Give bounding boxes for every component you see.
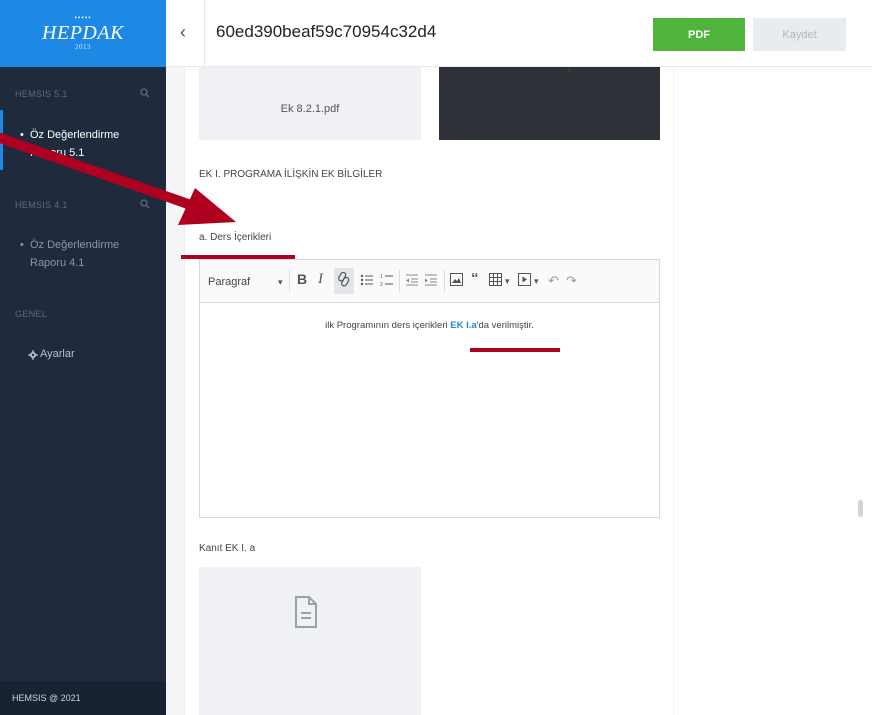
- indent-icon[interactable]: [424, 273, 438, 290]
- field-label: a. Ders İçerikleri: [199, 232, 272, 243]
- sidebar-item-odr-51[interactable]: • Öz Değerlendirme Raporu 5.1: [20, 126, 150, 162]
- redo-icon[interactable]: ↷: [566, 273, 577, 289]
- paragraph-select[interactable]: Paragraf: [208, 276, 250, 288]
- annotation-underline: [470, 348, 560, 352]
- section-hemsis-41: HEMSIS 4.1: [15, 200, 68, 210]
- sidebar-item-label: Öz Değerlendirme Raporu 5.1: [30, 129, 120, 159]
- table-icon[interactable]: [489, 273, 503, 289]
- sidebar-footer: HEMSIS @ 2021: [0, 681, 166, 715]
- editor-toolbar: Paragraf ▾ B I 12 “ ▾ ▾ ↶ ↷: [200, 260, 659, 303]
- gutter: [166, 67, 184, 715]
- logo-stars: •••••: [74, 14, 92, 22]
- image-icon[interactable]: [450, 273, 463, 289]
- annotation-underline: [181, 255, 295, 259]
- divider: [204, 0, 205, 67]
- editor-content[interactable]: ilk Programının ders içerikleri EK I.a'd…: [200, 320, 659, 331]
- italic-icon[interactable]: I: [318, 271, 323, 288]
- bulleted-list-icon[interactable]: [360, 273, 374, 290]
- chevron-down-icon[interactable]: ▾: [278, 277, 283, 288]
- link-icon[interactable]: [337, 271, 351, 290]
- quote-icon[interactable]: “: [471, 270, 479, 287]
- bold-icon[interactable]: B: [297, 271, 307, 287]
- attachment-name: Ek 8.2.1.pdf: [280, 103, 340, 115]
- sidebar-item-odr-41[interactable]: • Öz Değerlendirme Raporu 4.1: [20, 236, 150, 272]
- search-icon[interactable]: [140, 199, 150, 212]
- evidence-card[interactable]: [199, 567, 421, 715]
- attachment-card[interactable]: Ek 8.2.1.pdf: [199, 67, 421, 140]
- numbered-list-icon[interactable]: 12: [380, 273, 394, 290]
- media-icon[interactable]: [518, 273, 531, 289]
- sidebar-item-label: Öz Değerlendirme Raporu 4.1: [30, 239, 120, 269]
- scrollbar-thumb[interactable]: [858, 500, 863, 517]
- sidebar: ••••• HEPDAK 2013 HEMSIS 5.1 • Öz Değerl…: [0, 0, 166, 715]
- section-heading: EK I. PROGRAMA İLİŞKİN EK BİLGİLER: [199, 169, 383, 180]
- pdf-button[interactable]: PDF: [653, 18, 745, 51]
- chevron-down-icon[interactable]: ▾: [534, 276, 539, 287]
- undo-icon[interactable]: ↶: [548, 273, 559, 289]
- chevron-down-icon[interactable]: ▾: [505, 276, 510, 287]
- ek-link[interactable]: EK I.a: [450, 320, 476, 331]
- section-genel: GENEL: [15, 309, 48, 319]
- outdent-icon[interactable]: [405, 273, 419, 290]
- svg-text:1: 1: [380, 274, 383, 280]
- file-icon: [294, 596, 318, 629]
- page-title: 60ed390beaf59c70954c32d4: [216, 22, 437, 41]
- sidebar-item-label: Ayarlar: [40, 348, 75, 360]
- save-button[interactable]: Kaydet: [753, 18, 846, 51]
- search-icon[interactable]: [140, 88, 150, 101]
- top-bar: ‹ 60ed390beaf59c70954c32d4 PDF Kaydet: [166, 0, 872, 67]
- active-indicator: [0, 110, 3, 170]
- sidebar-item-ayarlar[interactable]: Ayarlar: [28, 345, 160, 363]
- back-button[interactable]: ‹: [180, 22, 186, 43]
- section-hemsis-51: HEMSIS 5.1: [15, 89, 68, 99]
- logo-year: 2013: [74, 43, 91, 51]
- logo-text: HEPDAK: [42, 22, 124, 44]
- gear-icon: [28, 348, 38, 366]
- logo[interactable]: ••••• HEPDAK 2013: [0, 0, 166, 67]
- attachment-preview[interactable]: [439, 67, 660, 140]
- svg-text:2: 2: [380, 282, 383, 287]
- evidence-label: Kanıt EK I. a: [199, 543, 256, 554]
- rich-text-editor[interactable]: Paragraf ▾ B I 12 “ ▾ ▾ ↶ ↷ ilk Programı…: [199, 259, 660, 518]
